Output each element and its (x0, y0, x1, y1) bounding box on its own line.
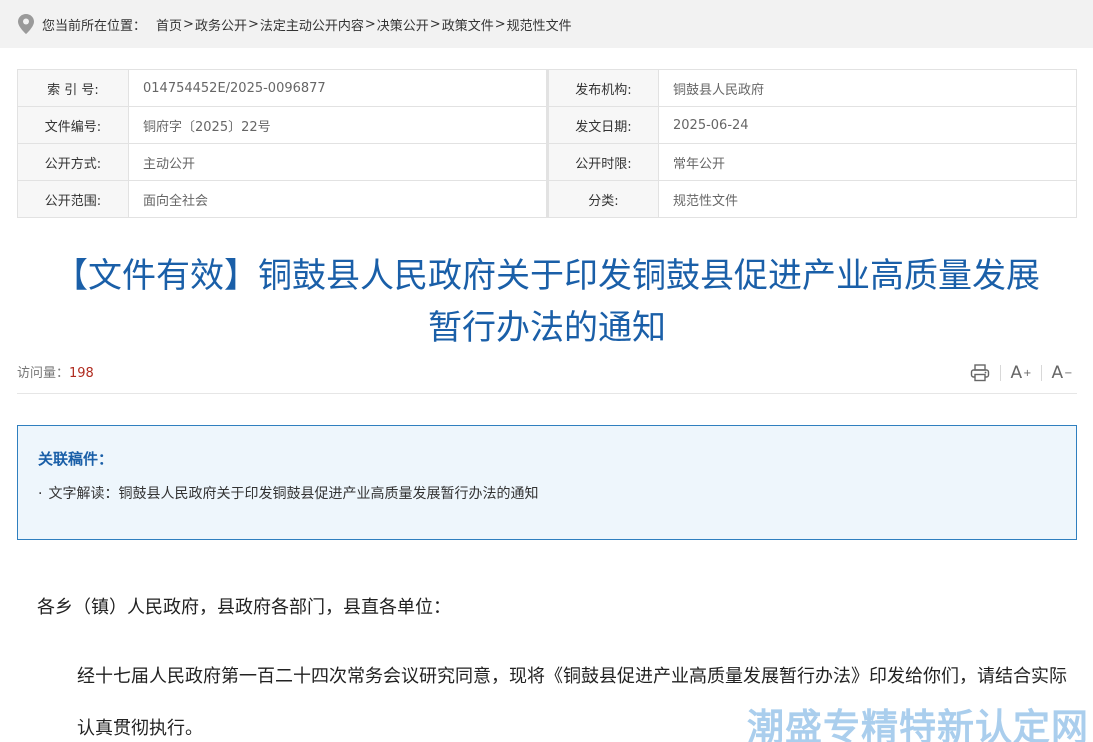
plus-icon: + (1023, 367, 1032, 379)
publisher-value: 铜鼓县人民政府 (658, 69, 1077, 107)
breadcrumb-statutory-content[interactable]: 法定主动公开内容 (260, 15, 364, 34)
disclosure-term-value: 常年公开 (658, 143, 1077, 181)
issue-date-value: 2025-06-24 (658, 106, 1077, 144)
breadcrumb-label: 您当前所在位置： (42, 18, 147, 34)
font-decrease-icon: A (1051, 363, 1064, 383)
breadcrumb-separator: > (364, 16, 376, 32)
disclosure-mode-label: 公开方式: (17, 143, 129, 181)
issue-date-label: 发文日期: (546, 106, 659, 144)
title-line-2: 暂行办法的通知 (428, 308, 666, 348)
related-articles-panel: 关联稿件： · 文字解读：铜鼓县人民政府关于印发铜鼓县促进产业高质量发展暂行办法的… (17, 425, 1077, 540)
breadcrumb-gov-affairs[interactable]: 政务公开 (195, 15, 247, 34)
disclosure-mode-value: 主动公开 (128, 143, 548, 181)
printer-icon (970, 364, 990, 382)
table-row: 公开范围: 面向全社会 分类: 规范性文件 (17, 180, 1077, 218)
article-toolbar: 访问量：198 A + A − (17, 360, 1077, 394)
breadcrumb: 您当前所在位置： 首页 > 政务公开 > 法定主动公开内容 > 决策公开 > 政… (0, 0, 1093, 48)
breadcrumb-home[interactable]: 首页 (156, 15, 182, 34)
document-number-value: 铜府字〔2025〕22号 (128, 106, 548, 144)
table-row: 公开方式: 主动公开 公开时限: 常年公开 (17, 143, 1077, 181)
table-row: 索 引 号: 014754452E/2025-0096877 发布机构: 铜鼓县… (17, 69, 1077, 107)
title-line-1: 【文件有效】铜鼓县人民政府关于印发铜鼓县促进产业高质量发展 (54, 256, 1040, 296)
index-number-value: 014754452E/2025-0096877 (128, 69, 548, 107)
disclosure-scope-value: 面向全社会 (128, 180, 548, 218)
breadcrumb-normative-documents[interactable]: 规范性文件 (507, 15, 572, 34)
font-increase-button[interactable]: A + (1006, 360, 1036, 386)
breadcrumb-separator: > (247, 16, 259, 32)
breadcrumb-policy-documents[interactable]: 政策文件 (442, 15, 494, 34)
related-articles-title: 关联稿件： (38, 450, 114, 468)
font-decrease-button[interactable]: A − (1047, 360, 1077, 386)
minus-icon: − (1064, 367, 1073, 379)
disclosure-scope-label: 公开范围: (17, 180, 129, 218)
document-salutation: 各乡（镇）人民政府，县政府各部门，县直各单位： (37, 597, 451, 618)
location-pin-icon (18, 14, 34, 34)
breadcrumb-decision-disclosure[interactable]: 决策公开 (377, 15, 429, 34)
font-increase-icon: A (1010, 363, 1023, 383)
disclosure-term-label: 公开时限: (546, 143, 659, 181)
bullet-icon: · (38, 486, 43, 502)
visit-counter: 访问量：198 (17, 362, 94, 381)
breadcrumb-separator: > (494, 16, 506, 32)
breadcrumb-separator: > (183, 16, 194, 32)
watermark-text: 潮盛专精特新认定网 (747, 706, 1089, 742)
article-tools: A + A − (965, 360, 1077, 386)
related-article-link[interactable]: 文字解读：铜鼓县人民政府关于印发铜鼓县促进产业高质量发展暂行办法的通知 (48, 486, 538, 502)
print-button[interactable] (965, 360, 995, 386)
document-metadata-table: 索 引 号: 014754452E/2025-0096877 发布机构: 铜鼓县… (17, 69, 1077, 218)
index-number-label: 索 引 号: (17, 69, 129, 107)
breadcrumb-separator: > (429, 16, 441, 32)
toolbar-divider (1000, 365, 1001, 381)
visit-counter-label: 访问量： (17, 366, 70, 381)
visit-counter-value: 198 (69, 366, 94, 381)
table-row: 文件编号: 铜府字〔2025〕22号 发文日期: 2025-06-24 (17, 106, 1077, 144)
category-value: 规范性文件 (658, 180, 1077, 218)
category-label: 分类: (546, 180, 659, 218)
toolbar-divider (1041, 365, 1042, 381)
page-title: 【文件有效】铜鼓县人民政府关于印发铜鼓县促进产业高质量发展 暂行办法的通知 (17, 250, 1077, 354)
document-number-label: 文件编号: (17, 106, 129, 144)
publisher-label: 发布机构: (546, 69, 659, 107)
list-item: · 文字解读：铜鼓县人民政府关于印发铜鼓县促进产业高质量发展暂行办法的通知 (38, 483, 1056, 503)
